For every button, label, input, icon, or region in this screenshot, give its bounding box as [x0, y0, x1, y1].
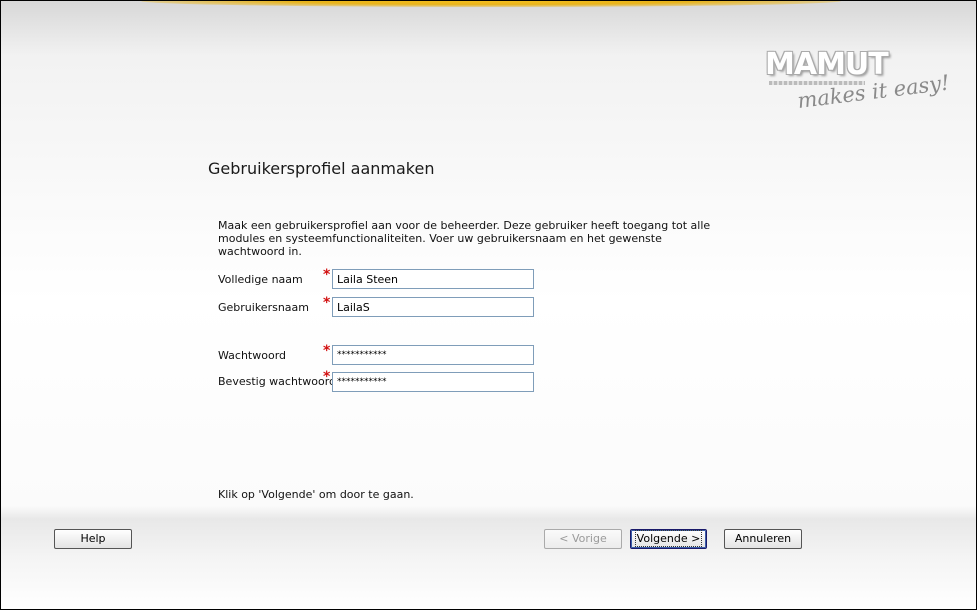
username-field[interactable] — [332, 297, 534, 317]
continue-hint: Klik op 'Volgende' om door te gaan. — [218, 488, 414, 501]
full-name-label: Volledige naam — [218, 273, 303, 286]
previous-button-label: < Vorige — [559, 532, 607, 545]
username-required-mark: * — [323, 295, 331, 311]
top-decoration — [141, 1, 841, 7]
full-name-required-mark: * — [323, 267, 331, 283]
intro-text: Maak een gebruikersprofiel aan voor de b… — [218, 219, 711, 258]
wizard-window: MAMUT makes it easy! Gebruikersprofiel a… — [0, 0, 977, 610]
full-name-field[interactable] — [332, 269, 534, 289]
previous-button[interactable]: < Vorige — [544, 529, 622, 549]
help-button[interactable]: Help — [54, 529, 132, 549]
password-field[interactable] — [332, 345, 534, 365]
confirm-password-field[interactable] — [332, 372, 534, 392]
password-required-mark: * — [323, 343, 331, 359]
logo-brand: MAMUT — [765, 47, 889, 82]
cancel-button[interactable]: Annuleren — [724, 529, 802, 549]
cancel-button-label: Annuleren — [734, 532, 792, 545]
page-title: Gebruikersprofiel aanmaken — [208, 159, 435, 178]
help-button-label: Help — [80, 532, 106, 545]
username-label: Gebruikersnaam — [218, 301, 309, 314]
password-label: Wachtwoord — [218, 349, 287, 362]
next-button[interactable]: Volgende > — [630, 529, 707, 549]
confirm-password-label: Bevestig wachtwoord — [218, 375, 337, 388]
confirm-password-required-mark: * — [323, 369, 331, 385]
next-button-label: Volgende > — [634, 530, 703, 547]
mamut-logo: MAMUT makes it easy! — [765, 45, 955, 125]
